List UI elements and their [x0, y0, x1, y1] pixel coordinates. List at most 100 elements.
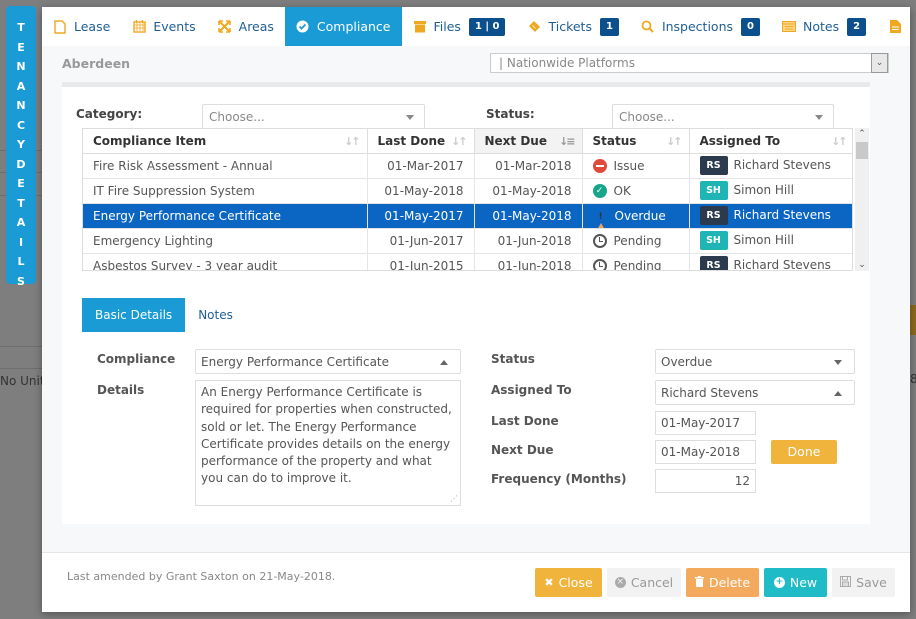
scroll-down-icon[interactable]: ⌄	[855, 259, 869, 271]
clock-icon	[592, 258, 607, 270]
cell-last-done: 01-Jun-2017	[367, 228, 475, 254]
modal-tabs: Lease Events Areas Compliance Files 1 | …	[42, 7, 910, 46]
assignee-name: Simon Hill	[733, 183, 794, 197]
tab-label: Files	[433, 19, 461, 34]
side-tab-letter: D	[16, 157, 26, 171]
frequency-input[interactable]: 12	[655, 469, 756, 493]
sort-icon[interactable]: ↓↑	[666, 135, 683, 148]
status-text: OK	[613, 183, 631, 198]
cell-assigned-to: RS Richard Stevens	[689, 203, 852, 229]
files-count-badge: 1 | 0	[468, 17, 506, 36]
new-button[interactable]: + New	[764, 568, 827, 597]
tab-areas[interactable]: Areas	[207, 7, 285, 46]
compliance-modal: Lease Events Areas Compliance Files 1 | …	[42, 7, 910, 612]
tab-files[interactable]: Files 1 | 0	[402, 7, 517, 46]
status-text: Pending	[613, 258, 662, 271]
last-done-label: Last Done	[491, 414, 559, 428]
tab-notes-detail[interactable]: Notes	[185, 298, 246, 332]
column-header-compliance-item[interactable]: Compliance Item ↓↑	[83, 129, 368, 154]
side-tab-letter: S	[17, 274, 25, 288]
inspections-count-badge: 0	[741, 17, 760, 36]
tab-events[interactable]: Events	[121, 7, 206, 46]
tab-lease[interactable]: Lease	[42, 7, 121, 46]
side-tab-letter: A	[16, 79, 26, 93]
cell-status: Pending	[582, 228, 690, 254]
column-header-next-due[interactable]: Next Due ↓≡	[474, 129, 583, 154]
status-filter-select[interactable]: Choose...	[612, 104, 834, 129]
delete-button[interactable]: Delete	[686, 568, 759, 597]
scroll-up-icon[interactable]: ⌃	[855, 128, 869, 140]
last-done-input[interactable]: 01-May-2017	[655, 411, 756, 435]
column-header-assigned-to[interactable]: Assigned To ↓↑	[689, 129, 852, 154]
assignee-name: Richard Stevens	[733, 258, 831, 271]
scrollbar-thumb[interactable]	[856, 142, 868, 159]
avatar: RS	[699, 256, 728, 270]
category-filter-placeholder: Choose...	[209, 110, 265, 124]
column-header-label: Last Done	[377, 133, 446, 148]
sort-icon[interactable]: ↓↑	[451, 135, 468, 148]
tab-inspections[interactable]: Inspections 0	[630, 7, 771, 46]
search-icon	[641, 20, 655, 34]
status-text: Issue	[613, 158, 645, 173]
avatar: RS	[699, 156, 728, 175]
tab-label: Compliance	[316, 19, 391, 34]
caret-down-icon	[834, 360, 842, 365]
side-tab-letter: N	[16, 60, 26, 73]
table-row[interactable]: Energy Performance Certificate 01-May-201…	[83, 203, 852, 229]
compliance-select[interactable]: Energy Performance Certificate	[195, 349, 461, 374]
tab-basic-details[interactable]: Basic Details	[82, 298, 186, 332]
details-textarea[interactable]: An Energy Performance Certificate is req…	[195, 380, 461, 506]
side-tab-letter: Y	[17, 138, 25, 151]
column-header-status[interactable]: Status ↓↑	[582, 129, 690, 154]
tab-tickets[interactable]: Tickets 1	[516, 7, 629, 46]
notes-icon	[781, 20, 796, 34]
cell-compliance-item: Energy Performance Certificate	[83, 203, 368, 229]
column-header-last-done[interactable]: Last Done ↓↑	[367, 129, 475, 154]
table-row[interactable]: Fire Risk Assessment - Annual 01-Mar-2017…	[83, 153, 852, 179]
tab-notes[interactable]: Notes 2	[771, 7, 877, 46]
side-tab-letter: T	[17, 196, 25, 210]
sort-icon[interactable]: ↓↑	[344, 135, 361, 148]
tenant-select[interactable]: | Nationwide Platforms ⌄	[490, 53, 889, 73]
category-filter-select[interactable]: Choose...	[202, 104, 425, 129]
column-header-label: Compliance Item	[93, 133, 207, 148]
check-circle-icon	[296, 20, 310, 34]
category-filter-label: Category:	[76, 107, 143, 121]
assigned-to-select[interactable]: Richard Stevens	[655, 380, 855, 405]
background-strip	[910, 305, 916, 335]
close-button[interactable]: ✖ Close	[535, 568, 602, 597]
save-button-label: Save	[856, 575, 887, 590]
table-row[interactable]: Asbestos Survey - 3 year audit 01-Jun-201…	[83, 253, 852, 271]
table-row[interactable]: Emergency Lighting 01-Jun-2017 01-Jun-2018…	[83, 228, 852, 254]
sort-icon[interactable]: ↓↑	[831, 135, 848, 148]
cell-next-due: 01-Jun-2018	[474, 228, 583, 254]
resize-handle-icon[interactable]: ⋰	[450, 495, 458, 503]
cell-compliance-item: IT Fire Suppression System	[83, 178, 368, 204]
tab-document[interactable]	[877, 7, 916, 46]
side-tab-letter: L	[17, 255, 25, 268]
tab-label: Lease	[74, 19, 111, 34]
next-due-input[interactable]: 01-May-2018	[655, 440, 756, 464]
cell-last-done: 01-Mar-2017	[367, 153, 475, 179]
status-text: Pending	[613, 233, 662, 248]
frequency-label: Frequency (Months)	[491, 472, 627, 486]
cell-status: ✓ OK	[582, 178, 690, 204]
trash-icon	[694, 575, 704, 590]
caret-down-icon	[815, 115, 823, 120]
tenancy-details-tab[interactable]: TENANCYDETAILS	[6, 6, 36, 288]
status-select[interactable]: Overdue	[655, 349, 855, 374]
caret-up-icon	[440, 360, 448, 365]
detail-tabs: Basic Details Notes	[82, 298, 246, 332]
status-filter-placeholder: Choose...	[619, 110, 675, 124]
cancel-button[interactable]: × Cancel	[607, 568, 681, 597]
save-button[interactable]: Save	[832, 568, 895, 597]
sort-ascending-icon[interactable]: ↓≡	[559, 135, 576, 148]
tab-compliance[interactable]: Compliance	[284, 7, 402, 46]
done-button[interactable]: Done	[771, 440, 837, 464]
cell-status: Pending	[582, 253, 690, 271]
grid-scrollbar[interactable]: ⌃ ⌄	[855, 128, 869, 271]
caret-up-icon	[834, 391, 842, 396]
chevron-down-icon[interactable]: ⌄	[871, 53, 888, 73]
archive-icon	[413, 20, 427, 34]
table-row[interactable]: IT Fire Suppression System 01-May-2018 01-…	[83, 178, 852, 204]
